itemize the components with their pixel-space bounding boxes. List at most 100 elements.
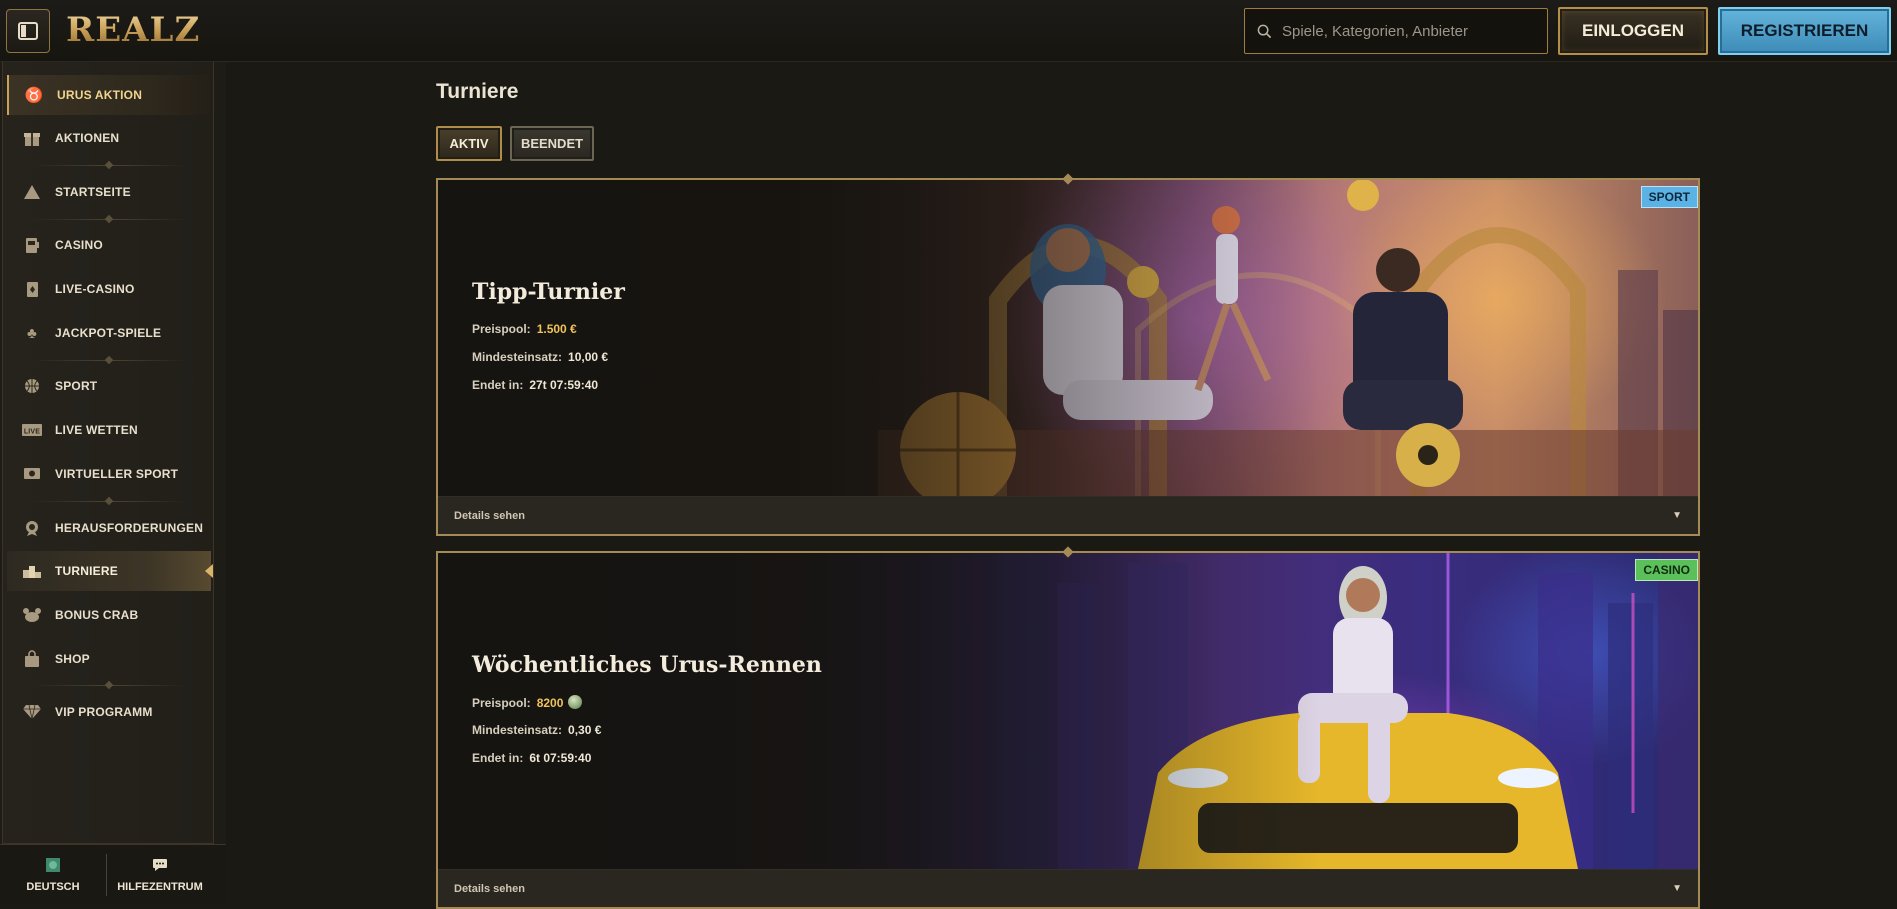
min-bet-value: 10,00 € <box>568 350 609 364</box>
gift-icon <box>21 127 43 149</box>
sidebar-item-label: LIVE-CASINO <box>55 282 135 296</box>
sidebar-item-label: JACKPOT-SPIELE <box>55 326 162 340</box>
tab-aktiv[interactable]: AKTIV <box>436 126 502 161</box>
sidebar-item-shop[interactable]: SHOP <box>7 639 211 679</box>
sidebar-toggle-button[interactable] <box>6 9 50 53</box>
ends-in-label: Endet in: <box>472 378 524 392</box>
ends-in-row: Endet in: 27t 07:59:40 <box>472 378 598 392</box>
sidebar-item-label: TURNIERE <box>55 564 118 578</box>
details-toggle[interactable]: Details sehen ▼ <box>438 496 1698 534</box>
sidebar-item-casino[interactable]: CASINO <box>7 225 211 265</box>
chat-bubble-icon <box>152 858 168 875</box>
min-bet-label: Mindesteinsatz: <box>472 723 563 737</box>
chevron-down-icon: ▼ <box>1672 510 1682 521</box>
ball-icon <box>21 375 43 397</box>
sidebar-item-label: CASINO <box>55 238 103 252</box>
sidebar-item-label: SPORT <box>55 379 98 393</box>
min-bet-row: Mindesteinsatz: 10,00 € <box>472 350 608 364</box>
live-icon: LIVE <box>21 419 43 441</box>
divider <box>33 501 187 502</box>
sidebar-item-startseite[interactable]: STARTSEITE <box>7 172 211 212</box>
sidebar-item-label: STARTSEITE <box>55 185 131 199</box>
chevron-down-icon: ▼ <box>1672 883 1682 894</box>
sidebar-item-label: HERAUSFORDERUNGEN <box>55 521 204 535</box>
ends-in-value: 27t 07:59:40 <box>529 378 599 392</box>
ends-in-value: 6t 07:59:40 <box>529 751 592 765</box>
svg-text:LIVE: LIVE <box>24 429 40 436</box>
sidebar-item-sport[interactable]: SPORT <box>7 366 211 406</box>
medal-icon <box>21 517 43 539</box>
sidebar-item-jackpot-spiele[interactable]: ♣ JACKPOT-SPIELE <box>7 313 211 353</box>
min-bet-label: Mindesteinsatz: <box>472 350 563 364</box>
prize-pool-value: 1.500 € <box>536 322 577 336</box>
tournament-card-urus-rennen[interactable]: CASINO Wöchentliches Urus-Rennen Preispo… <box>436 551 1700 909</box>
sidebar-item-label: VIRTUELLER SPORT <box>55 467 179 481</box>
min-bet-row: Mindesteinsatz: 0,30 € <box>472 723 601 737</box>
tournament-title: Wöchentliches Urus-Rennen <box>472 652 822 678</box>
category-badge-casino: CASINO <box>1635 559 1698 581</box>
sidebar-item-urus-aktion[interactable]: ♉ URUS AKTION <box>7 75 211 115</box>
sidebar-item-vip-programm[interactable]: VIP PROGRAMM <box>7 692 211 732</box>
details-toggle[interactable]: Details sehen ▼ <box>438 869 1698 907</box>
banner-shade <box>438 553 1320 869</box>
banner-shade <box>438 180 1320 496</box>
realz-logo[interactable]: REALZ <box>66 10 200 50</box>
prize-pool-label: Preispool: <box>472 696 531 710</box>
pyramid-icon <box>21 181 43 203</box>
card-icon <box>21 278 43 300</box>
prize-pool-label: Preispool: <box>472 322 531 336</box>
category-badge-sport: SPORT <box>1640 186 1698 208</box>
prize-pool-row: Preispool: 8200 <box>472 695 583 710</box>
language-button[interactable]: DEUTSCH <box>0 845 106 906</box>
ends-in-row: Endet in: 6t 07:59:40 <box>472 751 591 765</box>
divider <box>33 685 187 686</box>
language-label: DEUTSCH <box>26 880 80 893</box>
details-label: Details sehen <box>454 509 525 522</box>
tournament-card-tipp-turnier[interactable]: SPORT Tipp-Turnier Preispool: 1.500 € Min… <box>436 178 1700 536</box>
clover-icon: ♣ <box>26 324 38 342</box>
crab-icon <box>21 604 43 626</box>
diamond-icon <box>21 701 43 723</box>
sidebar-item-live-wetten[interactable]: LIVE LIVE WETTEN <box>7 410 211 450</box>
search-icon <box>1257 24 1272 38</box>
divider <box>33 165 187 166</box>
virtual-sport-icon <box>21 463 43 485</box>
tournament-title: Tipp-Turnier <box>472 279 625 305</box>
bull-icon: ♉ <box>24 87 44 104</box>
divider <box>33 360 187 361</box>
sidebar-item-label: BONUS CRAB <box>55 608 139 622</box>
tab-beendet[interactable]: BEENDET <box>510 126 594 161</box>
sidebar-item-label: SHOP <box>55 652 90 666</box>
sidebar-item-label: LIVE WETTEN <box>55 423 138 437</box>
top-bar: REALZ EINLOGGEN REGISTRIEREN <box>0 0 1897 62</box>
sidebar-item-herausforderungen[interactable]: HERAUSFORDERUNGEN <box>7 508 211 548</box>
podium-icon <box>21 560 43 582</box>
sidebar-footer: DEUTSCH HILFEZENTRUM <box>0 844 226 905</box>
divider <box>33 219 187 220</box>
coin-icon <box>568 695 583 709</box>
sidebar-item-bonus-crab[interactable]: BONUS CRAB <box>7 595 211 635</box>
sidebar-item-label: VIP PROGRAMM <box>55 705 153 719</box>
page-title: Turniere <box>436 80 519 103</box>
search-input[interactable] <box>1282 22 1522 40</box>
prize-pool-row: Preispool: 1.500 € <box>472 322 577 336</box>
globe-icon <box>46 857 60 875</box>
sidebar-toggle-icon <box>18 22 38 40</box>
help-center-label: HILFEZENTRUM <box>117 880 203 893</box>
sidebar-item-live-casino[interactable]: LIVE-CASINO <box>7 269 211 309</box>
sidebar-item-turniere[interactable]: TURNIERE <box>7 551 213 591</box>
slot-machine-icon <box>21 234 43 256</box>
help-center-button[interactable]: HILFEZENTRUM <box>107 845 213 906</box>
ends-in-label: Endet in: <box>472 751 524 765</box>
register-button[interactable]: REGISTRIEREN <box>1718 7 1891 55</box>
sidebar-item-label: URUS AKTION <box>57 88 143 102</box>
min-bet-value: 0,30 € <box>568 723 602 737</box>
shop-bag-icon <box>21 648 43 670</box>
search-box[interactable] <box>1244 8 1548 54</box>
details-label: Details sehen <box>454 882 525 895</box>
prize-pool-value: 8200 <box>536 696 564 710</box>
sidebar-item-aktionen[interactable]: AKTIONEN <box>7 118 211 158</box>
sidebar: ♉ URUS AKTION AKTIONEN STARTSEITE CASINO <box>0 62 226 905</box>
login-button[interactable]: EINLOGGEN <box>1558 7 1708 55</box>
sidebar-item-virtueller-sport[interactable]: VIRTUELLER SPORT <box>7 454 211 494</box>
